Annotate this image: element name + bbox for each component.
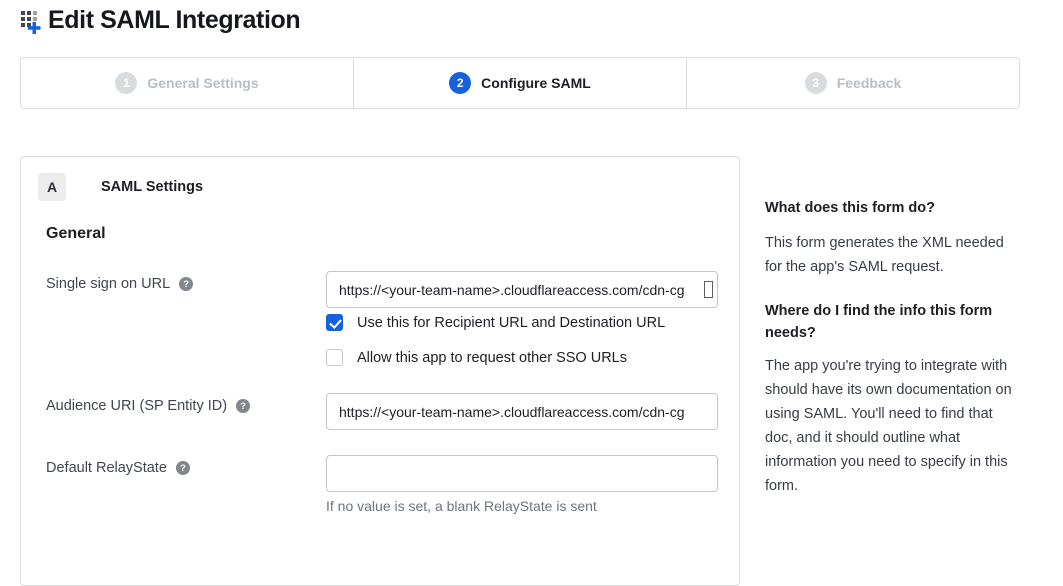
help-answer-1: This form generates the XML needed for t…	[765, 231, 1015, 279]
help-icon[interactable]: ?	[179, 277, 193, 291]
step-label: General Settings	[147, 75, 258, 91]
step-general-settings[interactable]: 1 General Settings	[21, 58, 353, 108]
step-number-badge: 1	[115, 72, 137, 94]
audience-uri-input[interactable]	[326, 393, 718, 430]
audience-uri-label-text: Audience URI (SP Entity ID)	[46, 398, 227, 414]
other-sso-urls-checkbox[interactable]: Allow this app to request other SSO URLs	[326, 349, 627, 366]
checkbox-icon[interactable]	[326, 349, 343, 366]
step-label: Feedback	[837, 75, 902, 91]
help-question-2: Where do I find the info this form needs…	[765, 300, 1015, 344]
relay-state-input-wrap	[326, 455, 718, 492]
step-number-badge: 2	[449, 72, 471, 94]
help-question-1: What does this form do?	[765, 197, 1015, 219]
step-number-badge: 3	[805, 72, 827, 94]
help-sidebar: What does this form do? This form genera…	[765, 197, 1015, 498]
relay-state-label-text: Default RelayState	[46, 460, 167, 476]
app-grid-add-icon	[18, 7, 45, 35]
sso-url-input-wrap	[326, 271, 718, 308]
recipient-url-checkbox[interactable]: Use this for Recipient URL and Destinati…	[326, 314, 665, 331]
general-group-heading: General	[46, 225, 106, 243]
checkbox-label: Allow this app to request other SSO URLs	[357, 350, 627, 366]
help-icon[interactable]: ?	[176, 461, 190, 475]
audience-uri-label: Audience URI (SP Entity ID) ?	[46, 398, 250, 414]
step-wizard: 1 General Settings 2 Configure SAML 3 Fe…	[20, 57, 1020, 109]
section-badge-a: A	[38, 173, 66, 201]
page-title: Edit SAML Integration	[48, 6, 300, 35]
relay-state-label: Default RelayState ?	[46, 460, 190, 476]
relay-state-hint: If no value is set, a blank RelayState i…	[326, 498, 597, 514]
help-icon[interactable]: ?	[236, 399, 250, 413]
saml-settings-panel: A SAML Settings General Single sign on U…	[20, 156, 740, 586]
relay-state-input[interactable]	[326, 455, 718, 492]
sso-url-label-text: Single sign on URL	[46, 276, 170, 292]
step-label: Configure SAML	[481, 75, 591, 91]
audience-uri-input-wrap	[326, 393, 718, 430]
step-feedback[interactable]: 3 Feedback	[686, 58, 1019, 108]
section-title: SAML Settings	[101, 173, 203, 201]
page-header: Edit SAML Integration	[18, 6, 300, 35]
checkbox-label: Use this for Recipient URL and Destinati…	[357, 315, 665, 331]
sso-url-input[interactable]	[326, 271, 718, 308]
help-answer-2: The app you're trying to integrate with …	[765, 354, 1015, 498]
step-configure-saml[interactable]: 2 Configure SAML	[353, 58, 686, 108]
checkbox-icon[interactable]	[326, 314, 343, 331]
sso-url-label: Single sign on URL ?	[46, 276, 193, 292]
